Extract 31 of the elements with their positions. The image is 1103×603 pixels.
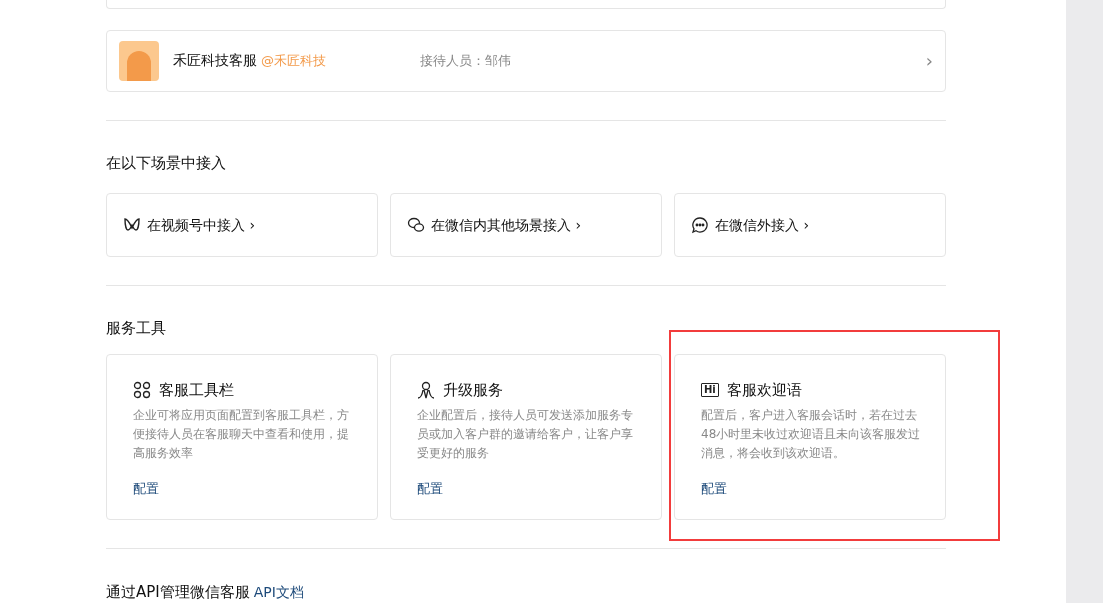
tool-description: 企业配置后，接待人员可发送添加服务专员或加入客户群的邀请给客户，让客户享受更好的服务: [417, 407, 634, 462]
account-name: 禾匠科技客服: [173, 51, 257, 71]
grid-icon: [133, 380, 151, 399]
section-title: 通过API管理微信客服: [106, 581, 250, 603]
chat-bubbles-icon: [407, 216, 425, 234]
butterfly-icon: [123, 216, 141, 234]
scene-card[interactable]: 在微信外接入 ›: [674, 193, 946, 257]
scene-label: 在微信外接入 ›: [715, 215, 810, 235]
person-icon: [417, 380, 435, 399]
scene-card[interactable]: 在视频号中接入 ›: [106, 193, 378, 257]
scene-card[interactable]: 在微信内其他场景接入 ›: [390, 193, 662, 257]
configure-link[interactable]: 配置: [417, 478, 443, 498]
tool-title: 客服工具栏: [159, 379, 234, 401]
section-title: 在以下场景中接入: [106, 152, 227, 174]
account-handle: @禾匠科技: [261, 52, 326, 71]
account-card[interactable]: 禾匠科技客服 @禾匠科技 接待人员：邹伟 ›: [106, 30, 946, 92]
scene-label: 在微信内其他场景接入 ›: [431, 215, 582, 235]
configure-link[interactable]: 配置: [133, 478, 159, 498]
api-docs-link[interactable]: API文档: [253, 581, 304, 603]
chat-bubble-icon: [691, 216, 709, 234]
hi-speech-icon: Hi: [701, 382, 719, 397]
tool-title: 升级服务: [443, 379, 503, 401]
chevron-icon: ›: [925, 47, 933, 75]
tool-description: 配置后，客户进入客服会话时，若在过去48小时里未收过欢迎语且未向该客服发过消息，将会收到该欢迎语。: [701, 407, 922, 462]
configure-link[interactable]: 配置: [701, 478, 727, 498]
section-title: 服务工具: [106, 318, 167, 339]
tool-title: 客服欢迎语: [726, 379, 802, 401]
avatar: [119, 40, 159, 81]
tool-description: 企业可将应用页面配置到客服工具栏，方便接待人员在客服聊天中查看和使用，提高服务效率: [133, 407, 350, 462]
staff-label: 接待人员：邹伟: [420, 52, 511, 71]
scene-label: 在视频号中接入 ›: [147, 215, 256, 235]
